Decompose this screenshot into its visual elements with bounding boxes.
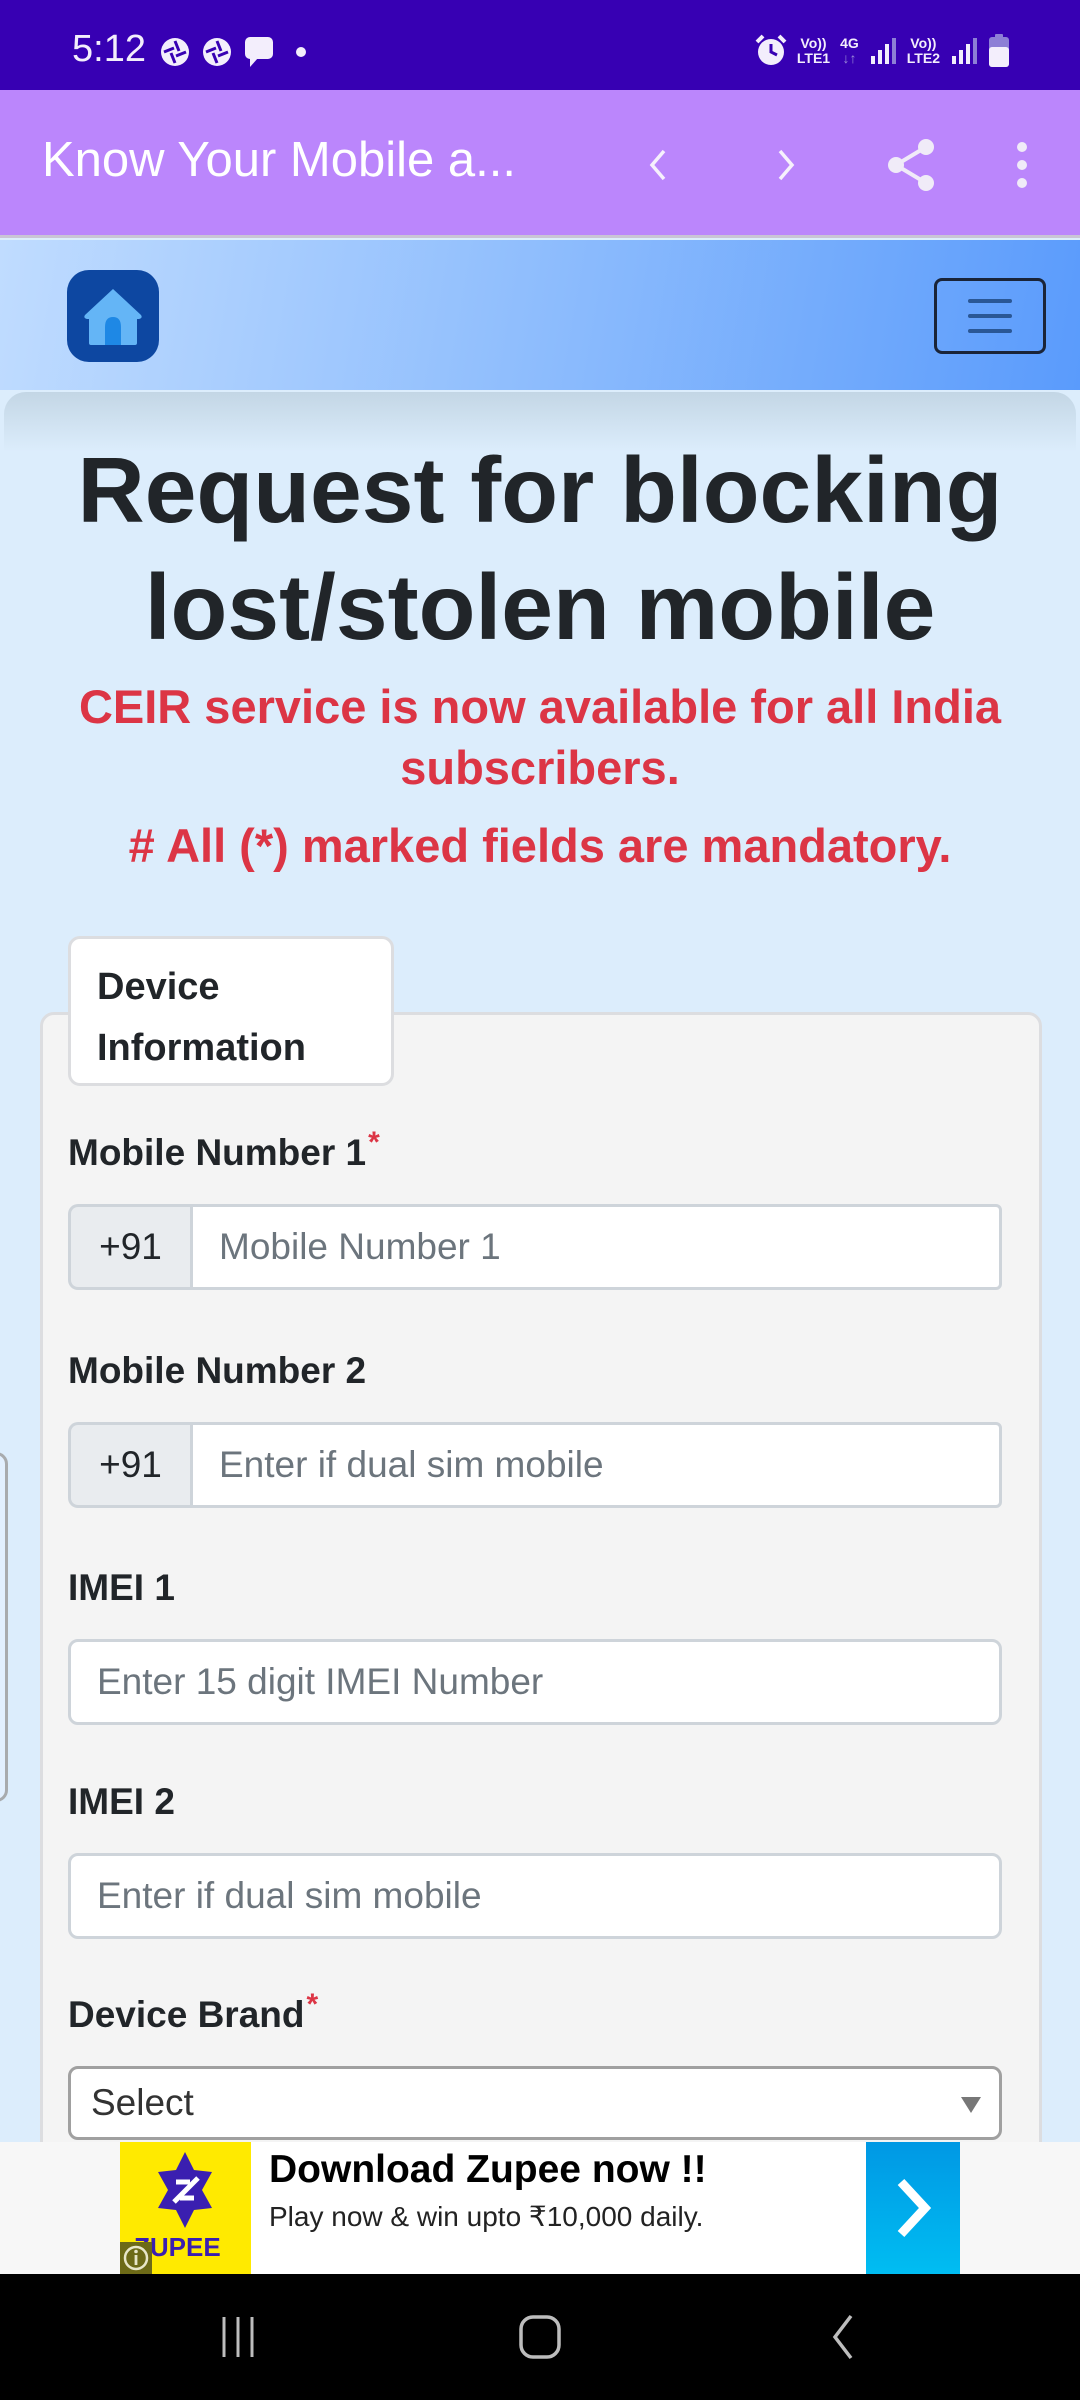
mobile-number-1-group: +91 xyxy=(68,1204,1002,1290)
imei-2-label: IMEI 2 xyxy=(68,1781,175,1822)
alarm-icon xyxy=(755,34,787,65)
service-notice: CEIR service is now available for all In… xyxy=(78,680,1002,794)
app-bar: Know Your Mobile a... xyxy=(0,90,1080,238)
chevron-left-icon xyxy=(649,149,666,181)
imei-2-input[interactable] xyxy=(68,1853,1002,1939)
chat-bubble-icon xyxy=(245,37,273,67)
zupee-logo-icon xyxy=(158,2152,212,2228)
chevron-right-icon xyxy=(778,149,795,181)
main-content: Request for blocking lost/stolen mobile … xyxy=(0,392,1080,2212)
share-button[interactable] xyxy=(882,130,942,200)
home-icon xyxy=(84,289,142,345)
notification-icons xyxy=(160,36,316,68)
ad-open-button[interactable] xyxy=(866,2142,960,2274)
country-code-prefix: +91 xyxy=(68,1422,190,1508)
mobile-number-2-label: Mobile Number 2 xyxy=(68,1350,367,1391)
device-brand-label: Device Brand* xyxy=(68,1988,319,2035)
site-header xyxy=(0,240,1080,390)
mobile-number-2-input[interactable] xyxy=(190,1422,1002,1508)
sim1-volte: Vo)) LTE1 xyxy=(796,35,831,66)
back-nav-button[interactable] xyxy=(802,2304,882,2370)
ad-info-button[interactable] xyxy=(120,2242,152,2274)
camera-aperture-icon xyxy=(203,38,231,66)
menu-line xyxy=(968,314,1012,318)
imei-1-input[interactable] xyxy=(68,1639,1002,1725)
data-type: 4G ↓↑ xyxy=(840,35,859,66)
more-options-button[interactable] xyxy=(992,130,1052,200)
country-code-prefix: +91 xyxy=(68,1204,190,1290)
imei-1-label: IMEI 1 xyxy=(68,1567,175,1608)
signal-icon xyxy=(952,38,977,64)
signal-icon xyxy=(870,38,896,64)
sim2-volte: Vo)) LTE2 xyxy=(906,35,940,66)
system-status-icons: Vo)) LTE1 4G ↓↑ Vo)) LTE2 xyxy=(755,34,1010,68)
mobile-number-1-label: Mobile Number 1* xyxy=(68,1126,380,1173)
device-brand-select[interactable]: Select xyxy=(68,2066,1002,2140)
mobile-number-1-input[interactable] xyxy=(190,1204,1002,1290)
home-circle-icon xyxy=(519,2315,561,2359)
home-button[interactable] xyxy=(500,2304,580,2370)
dot-icon xyxy=(296,47,306,57)
share-icon xyxy=(888,139,934,191)
battery-icon xyxy=(989,34,1009,67)
recent-apps-button[interactable] xyxy=(198,2304,278,2370)
app-bar-title: Know Your Mobile a... xyxy=(42,133,516,187)
side-drawer-handle[interactable] xyxy=(0,1452,8,1802)
hamburger-menu-button[interactable] xyxy=(934,278,1046,354)
menu-line xyxy=(968,299,1012,303)
camera-aperture-icon xyxy=(161,38,189,66)
device-brand-selected: Select xyxy=(91,2082,194,2123)
page-title: Request for blocking lost/stolen mobile xyxy=(77,438,1003,659)
status-bar: 5:12 Vo)) LTE1 4G ↓↑ Vo)) LTE2 xyxy=(0,0,1080,90)
more-vert-icon xyxy=(1017,142,1027,188)
system-navigation-bar xyxy=(0,2274,1080,2400)
tab-device-information[interactable]: Device Information xyxy=(68,936,394,1086)
menu-line xyxy=(968,329,1012,333)
mobile-number-2-group: +91 xyxy=(68,1422,1002,1508)
required-asterisk: * xyxy=(368,1126,380,1159)
recent-apps-icon xyxy=(222,2317,254,2357)
required-asterisk: * xyxy=(306,1988,319,2021)
back-icon xyxy=(832,2314,853,2360)
mandatory-note: # All (*) marked fields are mandatory. xyxy=(128,819,952,872)
dropdown-arrow-icon xyxy=(961,2097,981,2113)
ad-subtitle: Play now & win upto ₹10,000 daily. xyxy=(269,2201,704,2232)
info-icon xyxy=(123,2245,149,2271)
status-time: 5:12 xyxy=(72,28,146,70)
forward-button[interactable] xyxy=(756,130,816,200)
ad-title: Download Zupee now !! xyxy=(269,2148,707,2191)
ad-banner[interactable]: ZUPEE Download Zupee now !! Play now & w… xyxy=(0,2142,1080,2274)
ad-text: Download Zupee now !! Play now & win upt… xyxy=(251,2142,866,2274)
home-logo-button[interactable] xyxy=(67,270,159,362)
back-button[interactable] xyxy=(628,130,688,200)
chevron-right-icon xyxy=(897,2178,932,2238)
